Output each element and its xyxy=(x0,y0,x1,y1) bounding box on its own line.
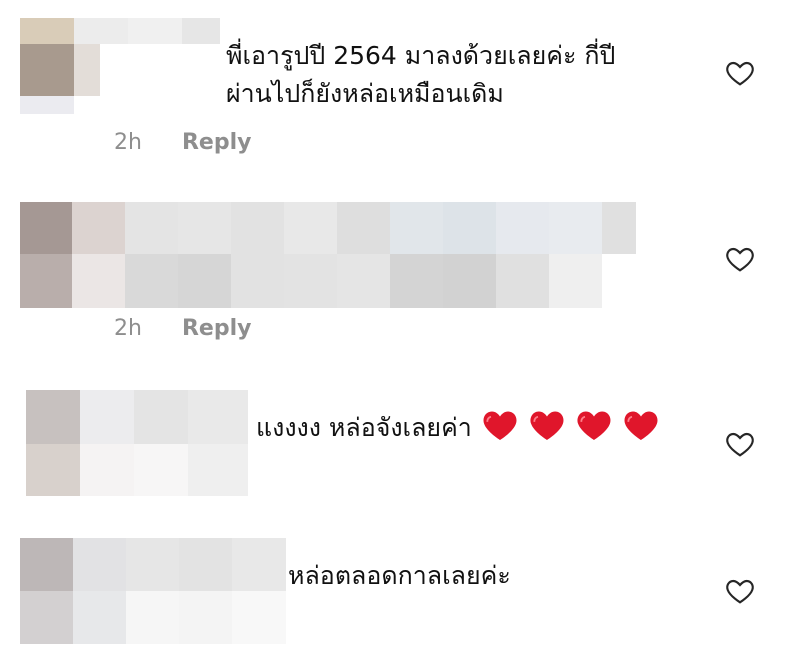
pixelated-avatar-username[interactable] xyxy=(20,538,286,644)
comment-text-line-2: ผ่านไปก็ยังหล่อเหมือนเดิม xyxy=(226,79,504,108)
like-heart-icon[interactable] xyxy=(724,243,756,275)
pixelated-avatar-username[interactable] xyxy=(26,390,248,496)
comment-meta: 2h Reply xyxy=(114,130,251,155)
comment-4: หล่อตลอดกาลเลยค่ะ xyxy=(0,530,800,659)
comment-text: แงงงง หล่อจังเลยค่า xyxy=(256,408,662,452)
timestamp: 2h xyxy=(114,130,142,155)
red-heart-emoji-group xyxy=(482,408,662,452)
like-heart-icon[interactable] xyxy=(724,575,756,607)
pixelated-avatar-username[interactable] xyxy=(20,18,220,114)
red-heart-emoji xyxy=(530,411,564,440)
red-heart-emoji xyxy=(624,411,658,440)
pixelated-comment-content[interactable] xyxy=(20,202,636,308)
comment-text: หล่อตลอดกาลเลยค่ะ xyxy=(288,561,511,590)
comment-3: แงงงง หล่อจังเลยค่า xyxy=(0,380,800,515)
comment-meta: 2h Reply xyxy=(114,316,251,341)
timestamp: 2h xyxy=(114,316,142,341)
comment-text-line-1: พี่เอารูปปี 2564 มาลงด้วยเลยค่ะ กี่ปี xyxy=(226,41,616,70)
like-heart-icon[interactable] xyxy=(724,57,756,89)
comment-2: 2h Reply xyxy=(0,190,800,360)
comment-1: พี่เอารูปปี 2564 มาลงด้วยเลยค่ะ กี่ปี ผ่… xyxy=(0,0,800,170)
like-heart-icon[interactable] xyxy=(724,428,756,460)
reply-button[interactable]: Reply xyxy=(182,316,252,341)
reply-button[interactable]: Reply xyxy=(182,130,252,155)
comment-text-content: แงงงง หล่อจังเลยค่า xyxy=(256,413,472,442)
red-heart-emoji xyxy=(483,411,517,440)
red-heart-emoji xyxy=(577,411,611,440)
